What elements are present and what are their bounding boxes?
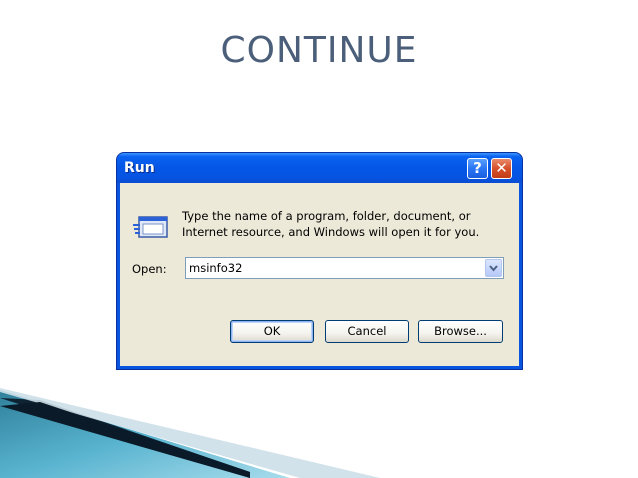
help-icon: ? <box>473 159 482 177</box>
dialog-title: Run <box>124 160 155 176</box>
instruction-line-1: Type the name of a program, folder, docu… <box>182 209 471 223</box>
open-combobox[interactable]: msinfo32 <box>185 257 504 279</box>
ok-button[interactable]: OK <box>230 320 314 343</box>
instruction-line-2: Internet resource, and Windows will open… <box>182 225 480 239</box>
close-icon: ✕ <box>495 159 508 177</box>
decorative-wedge <box>0 388 380 478</box>
open-label: Open: <box>132 262 167 276</box>
cancel-button[interactable]: Cancel <box>325 320 409 343</box>
instruction-text: Type the name of a program, folder, docu… <box>182 208 502 240</box>
help-button[interactable]: ? <box>467 158 488 179</box>
combo-dropdown-button[interactable] <box>485 259 502 277</box>
slide-title: CONTINUE <box>220 30 418 71</box>
browse-button[interactable]: Browse... <box>418 320 503 343</box>
close-button[interactable]: ✕ <box>491 158 512 179</box>
open-input[interactable]: msinfo32 <box>189 261 242 275</box>
chevron-down-icon <box>489 265 498 272</box>
run-program-icon <box>133 216 168 238</box>
title-bar[interactable]: Run ? ✕ <box>117 153 522 183</box>
run-dialog: Run ? ✕ Type the name of a program, fold… <box>117 153 522 369</box>
